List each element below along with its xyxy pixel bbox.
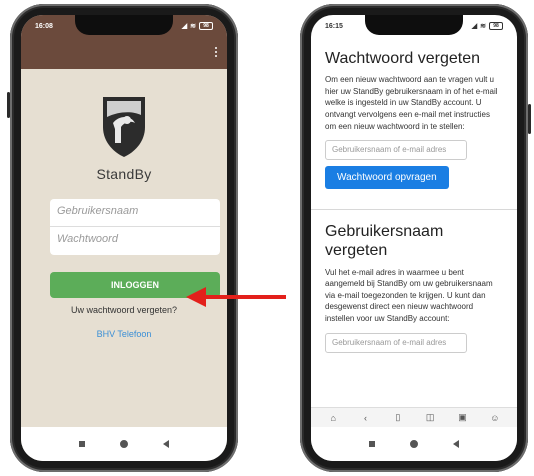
android-nav-bar <box>21 427 227 461</box>
wifi-icon: ≋ <box>190 23 196 30</box>
forgot-username-title: Gebruikersnaam vergeten <box>325 223 444 260</box>
app-bar <box>21 37 227 69</box>
shield-logo-icon <box>103 97 145 157</box>
browser-reset-screen: 16:15 ◢ ≋ 98 Wachtwoord vergeten Om een … <box>311 15 517 461</box>
section-divider <box>311 209 517 211</box>
left-phone: 16:08 ◢ ≋ 98 StandBy Gebruikersnaam Wach… <box>7 4 238 472</box>
app-login-screen: 16:08 ◢ ≋ 98 StandBy Gebruikersnaam Wach… <box>21 15 227 461</box>
signal-icon: ◢ <box>181 23 188 30</box>
forgot-username-section: Gebruikersnaam vergeten Vul het e-mail a… <box>311 222 517 353</box>
battery-icon: 98 <box>199 22 213 30</box>
power-button <box>528 104 531 134</box>
status-time: 16:08 <box>35 22 53 30</box>
logo-name: StandBy <box>96 166 152 182</box>
home-icon[interactable]: ⌂ <box>328 413 338 423</box>
battery-icon: 98 <box>489 22 503 30</box>
signal-icon: ◢ <box>471 23 478 30</box>
recents-icon[interactable] <box>78 441 85 447</box>
email-input[interactable]: Gebruikersnaam of e-mail adres <box>325 332 467 353</box>
password-input[interactable]: Wachtwoord <box>50 227 220 255</box>
browser-toolbar: ⌂ ‹ ▯ ◫ ▣ ☺ <box>311 407 517 427</box>
status-time: 16:15 <box>325 22 343 30</box>
red-arrow-icon <box>186 287 286 307</box>
more-menu-icon[interactable] <box>215 47 217 57</box>
forgot-username-description: Vul het e-mail adres in waarmee u bent a… <box>325 267 493 323</box>
forgot-password-section: Wachtwoord vergeten Om een nieuw wachtwo… <box>311 49 517 190</box>
forgot-password-title: Wachtwoord vergeten <box>325 50 481 67</box>
volume-button <box>7 92 10 118</box>
back-icon[interactable]: ‹ <box>360 413 370 423</box>
standby-logo: StandBy <box>21 93 227 182</box>
android-nav-bar <box>311 427 517 461</box>
username-or-email-input[interactable]: Gebruikersnaam of e-mail adres <box>325 140 467 161</box>
home-icon[interactable] <box>119 440 128 448</box>
request-password-button[interactable]: Wachtwoord opvragen <box>325 166 449 190</box>
forgot-password-description: Om een nieuw wachtwoord aan te vragen vu… <box>325 75 498 131</box>
web-page: Wachtwoord vergeten Om een nieuw wachtwo… <box>311 37 517 417</box>
shield-icon[interactable]: ◫ <box>425 412 435 423</box>
profile-icon[interactable]: ☺ <box>490 413 500 423</box>
notch <box>75 15 173 35</box>
notch <box>365 15 463 35</box>
recents-icon[interactable] <box>368 441 375 447</box>
username-input[interactable]: Gebruikersnaam <box>50 199 220 227</box>
home-icon[interactable] <box>409 440 418 448</box>
book-icon[interactable]: ▯ <box>393 412 403 423</box>
right-phone: 16:15 ◢ ≋ 98 Wachtwoord vergeten Om een … <box>300 4 531 472</box>
login-form: Gebruikersnaam Wachtwoord <box>50 199 220 255</box>
back-icon[interactable] <box>453 440 460 448</box>
wifi-icon: ≋ <box>480 23 486 30</box>
bhv-phone-link[interactable]: BHV Telefoon <box>21 329 227 339</box>
back-icon[interactable] <box>163 440 170 448</box>
tabs-icon[interactable]: ▣ <box>457 412 467 423</box>
